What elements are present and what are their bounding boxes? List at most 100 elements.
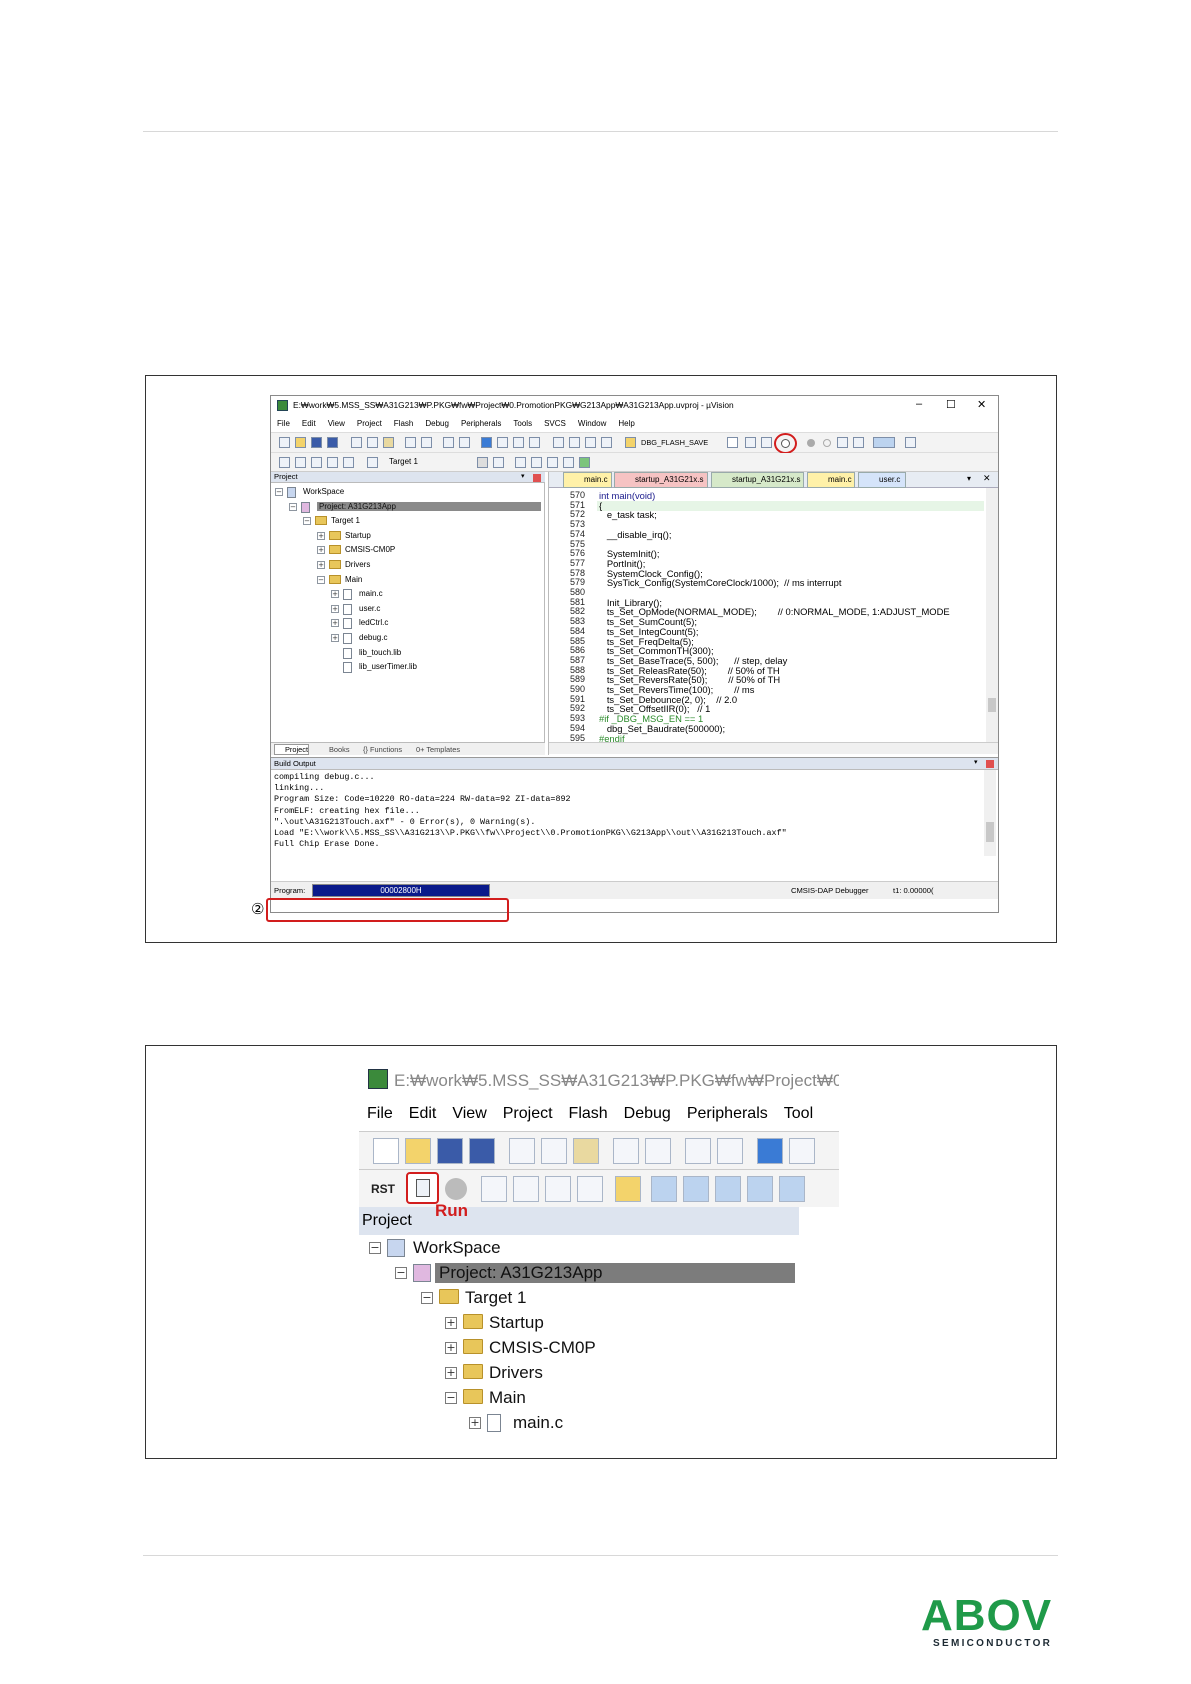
- editor-vertical-scrollbar[interactable]: [986, 488, 998, 742]
- build-pin-icon[interactable]: ▾: [974, 758, 978, 766]
- zoom-tree-item-label[interactable]: Project: A31G213App: [435, 1263, 795, 1283]
- tree-item-label[interactable]: debug.c: [359, 633, 387, 642]
- build-icon[interactable]: [295, 457, 306, 468]
- paste-icon[interactable]: [383, 437, 394, 448]
- copy-icon[interactable]: [367, 437, 378, 448]
- tree-item-label[interactable]: Project: A31G213App: [317, 501, 541, 511]
- build-close-icon[interactable]: [986, 760, 994, 768]
- tree-expander-icon[interactable]: −: [303, 517, 311, 526]
- comment-icon[interactable]: [585, 437, 596, 448]
- zoom-tree-item-label[interactable]: Drivers: [489, 1363, 543, 1383]
- zoom-menu-view[interactable]: View: [444, 1101, 494, 1129]
- disassembly-window-icon[interactable]: [683, 1176, 709, 1202]
- bookmark-prev-icon[interactable]: [497, 437, 508, 448]
- menu-debug[interactable]: Debug: [419, 416, 455, 432]
- menu-tools[interactable]: Tools: [507, 416, 538, 432]
- tree-expander-icon[interactable]: +: [317, 561, 325, 569]
- tree-expander-icon[interactable]: −: [275, 488, 283, 496]
- menu-window[interactable]: Window: [572, 416, 612, 432]
- tree-item-label[interactable]: lib_touch.lib: [359, 648, 401, 657]
- tab-functions[interactable]: {} Functions: [363, 745, 402, 754]
- zoom-forward-icon[interactable]: [717, 1138, 743, 1164]
- file-extensions-icon[interactable]: [515, 457, 526, 468]
- reset-cpu-icon[interactable]: RST: [371, 1182, 395, 1196]
- zoom-menu-tools[interactable]: Tool: [776, 1101, 821, 1129]
- step-icon[interactable]: [481, 1176, 507, 1202]
- editor-scroll-thumb[interactable]: [988, 698, 996, 712]
- step-out-icon[interactable]: [545, 1176, 571, 1202]
- indent-icon[interactable]: [553, 437, 564, 448]
- new-file-icon[interactable]: [279, 437, 290, 448]
- editor-tabs-menu-icon[interactable]: ▾: [967, 474, 971, 483]
- target-select[interactable]: Target 1: [389, 457, 418, 466]
- menu-file[interactable]: File: [271, 416, 296, 432]
- editor-close-icon[interactable]: ✕: [983, 473, 991, 484]
- registers-window-icon[interactable]: [747, 1176, 773, 1202]
- tree-expander-icon[interactable]: +: [331, 590, 339, 599]
- breakpoint-clear-icon[interactable]: [853, 437, 864, 448]
- build-scroll-thumb[interactable]: [986, 822, 994, 842]
- window-layout-icon[interactable]: [873, 437, 895, 448]
- zoom-back-icon[interactable]: [685, 1138, 711, 1164]
- run-button[interactable]: [406, 1172, 439, 1204]
- panel-pin-icon[interactable]: ▾: [521, 472, 525, 480]
- zoom-menu-peripherals[interactable]: Peripherals: [679, 1101, 776, 1129]
- bookmark-next-icon[interactable]: [513, 437, 524, 448]
- show-next-statement-icon[interactable]: [615, 1176, 641, 1202]
- zoom-menu-project[interactable]: Project: [495, 1101, 561, 1129]
- manage-components-icon[interactable]: [531, 457, 542, 468]
- editor-tab-user-c[interactable]: user.c: [858, 472, 906, 488]
- tab-project[interactable]: Project: [274, 744, 310, 755]
- symbols-window-icon[interactable]: [715, 1176, 741, 1202]
- breakpoint-kill-icon[interactable]: [837, 437, 848, 448]
- stop-build-icon[interactable]: [343, 457, 354, 468]
- tree-item-label[interactable]: WorkSpace: [303, 487, 344, 496]
- start-debug-session-button[interactable]: [774, 433, 797, 454]
- zoom-open-icon[interactable]: [405, 1138, 431, 1164]
- zoom-tree-item-label[interactable]: Startup: [489, 1313, 544, 1333]
- build-output-scrollbar[interactable]: [984, 770, 996, 856]
- tab-books[interactable]: Books: [319, 745, 350, 754]
- zoom-tree-item-label[interactable]: main.c: [513, 1413, 563, 1433]
- tree-expander-icon[interactable]: +: [317, 531, 325, 540]
- tree-expander-icon[interactable]: +: [331, 619, 339, 628]
- zoom-tree-expander-icon[interactable]: +: [469, 1417, 481, 1429]
- zoom-tree-expander-icon[interactable]: +: [445, 1342, 457, 1354]
- zoom-tree-expander-icon[interactable]: −: [421, 1292, 433, 1304]
- target-dropdown-icon[interactable]: [477, 457, 488, 468]
- zoom-menu-debug[interactable]: Debug: [616, 1101, 679, 1129]
- zoom-copy-icon[interactable]: [541, 1138, 567, 1164]
- close-button[interactable]: ✕: [977, 398, 986, 411]
- menu-help[interactable]: Help: [612, 416, 640, 432]
- menu-flash[interactable]: Flash: [388, 416, 420, 432]
- combo-dropdown-icon[interactable]: [727, 437, 738, 448]
- code-area[interactable]: 570 int main(void) 571{572 e_task task; 573…: [549, 488, 986, 742]
- zoom-redo-icon[interactable]: [645, 1138, 671, 1164]
- breakpoint-disable-icon[interactable]: [823, 439, 831, 447]
- zoom-save-all-icon[interactable]: [469, 1138, 495, 1164]
- editor-tab-main-c[interactable]: main.c: [563, 472, 612, 488]
- command-window-icon[interactable]: [651, 1176, 677, 1202]
- tree-expander-icon[interactable]: +: [317, 546, 325, 555]
- open-file-icon[interactable]: [295, 437, 306, 448]
- tree-expander-icon[interactable]: +: [331, 634, 339, 642]
- select-packs-icon[interactable]: [547, 457, 558, 468]
- configure-icon[interactable]: [761, 437, 772, 448]
- batch-build-icon[interactable]: [327, 457, 338, 468]
- zoom-menu-edit[interactable]: Edit: [401, 1101, 445, 1129]
- tree-item-label[interactable]: user.c: [359, 604, 380, 613]
- tools-wrench-icon[interactable]: [905, 437, 916, 448]
- zoom-tree-expander-icon[interactable]: +: [445, 1317, 457, 1329]
- step-over-icon[interactable]: [513, 1176, 539, 1202]
- tree-item-label[interactable]: Target 1: [331, 516, 360, 525]
- tree-item-label[interactable]: lib_userTimer.lib: [359, 662, 417, 671]
- menu-peripherals[interactable]: Peripherals: [455, 416, 507, 432]
- zoom-undo-icon[interactable]: [613, 1138, 639, 1164]
- stop-icon[interactable]: [445, 1178, 467, 1200]
- zoom-tree-item-label[interactable]: CMSIS-CM0P: [489, 1338, 596, 1358]
- zoom-bookmark-icon[interactable]: [757, 1138, 783, 1164]
- bookmark-icon[interactable]: [481, 437, 492, 448]
- zoom-tree-item-label[interactable]: Main: [489, 1388, 526, 1408]
- unindent-icon[interactable]: [569, 437, 580, 448]
- zoom-tree-item-label[interactable]: Target 1: [465, 1288, 526, 1308]
